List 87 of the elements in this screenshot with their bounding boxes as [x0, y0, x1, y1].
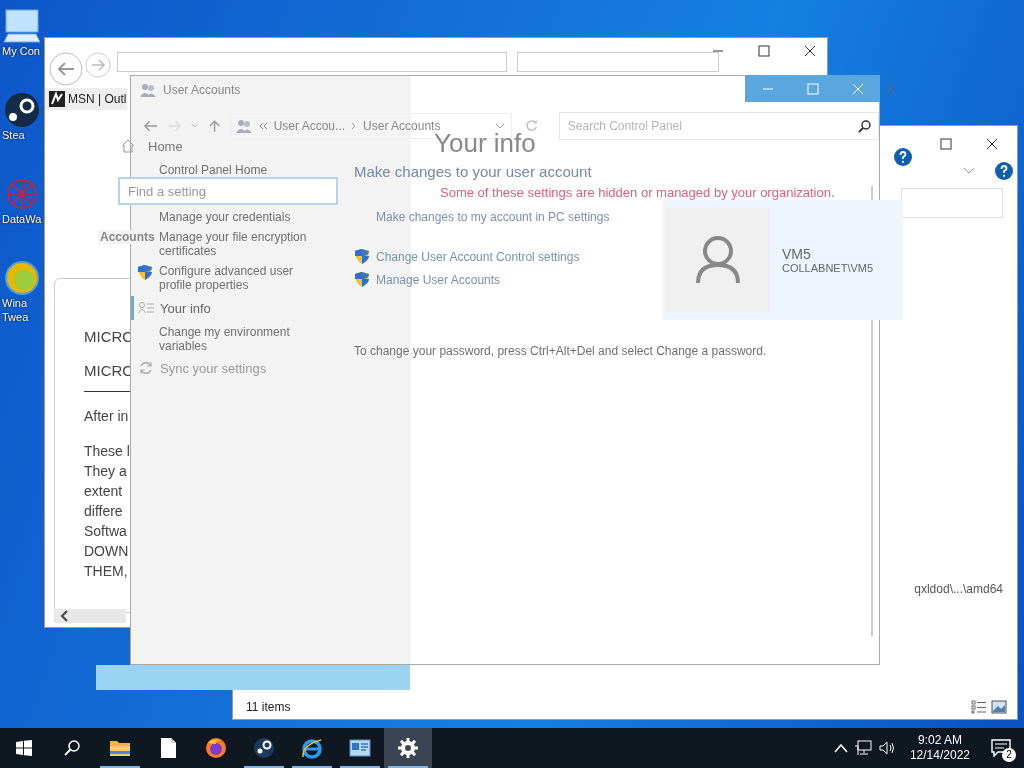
search-placeholder: Search Control Panel [567, 119, 683, 133]
shield-icon [354, 271, 370, 288]
account-name: COLLABNET\VM5 [782, 262, 874, 274]
user-name: VM5 [782, 246, 812, 262]
search-icon[interactable] [858, 119, 872, 133]
internet-explorer-icon [301, 737, 323, 759]
notification-count: 2 [1002, 748, 1016, 762]
maximize-icon[interactable] [757, 44, 771, 58]
browser-tab[interactable]: MSN | Outl [45, 88, 127, 110]
msn-icon [49, 91, 65, 107]
sidebar-link[interactable]: Change my environment variables [159, 325, 329, 353]
article-text: After in [84, 407, 129, 426]
close-icon[interactable] [803, 44, 817, 58]
horizontal-scrollbar[interactable] [54, 609, 126, 623]
chevron-down-icon[interactable] [494, 122, 505, 130]
icon-label: Wina [1, 296, 28, 310]
thumbnail-view-icon[interactable] [991, 700, 1007, 714]
path-text: qxldod\...\amd64 [914, 582, 1003, 596]
sidebar-link[interactable]: Configure advanced user profile properties [159, 264, 329, 292]
tab-title: MSN | Outl [68, 92, 127, 106]
close-icon[interactable] [985, 137, 999, 151]
person-list-icon [138, 301, 154, 315]
scroll-left-icon[interactable] [60, 610, 70, 622]
task-link[interactable]: Manage User Accounts [376, 272, 501, 287]
maximize-icon[interactable] [939, 137, 953, 151]
sidebar-link[interactable]: Manage your credentials [159, 210, 329, 224]
overflow-chevrons-icon[interactable] [258, 122, 268, 130]
article-text: DOWN [84, 542, 129, 561]
article-text: THEM, [84, 562, 128, 581]
password-note: To change your password, press Ctrl+Alt+Del and select Change a password. [354, 344, 768, 358]
search-field[interactable] [901, 188, 1003, 218]
back-icon[interactable] [143, 119, 158, 133]
policy-warning: Some of these settings are hidden or managed by your organization. [440, 185, 835, 200]
search-icon [64, 740, 80, 756]
help-icon[interactable] [995, 162, 1013, 180]
breadcrumb-item[interactable]: User Accou... [273, 119, 346, 133]
taskbar-app[interactable] [384, 728, 432, 768]
icon-label: Twea [1, 310, 29, 324]
nav-item[interactable]: Home [148, 138, 183, 154]
home-icon[interactable] [120, 138, 136, 154]
icon-label: My Con [1, 44, 40, 58]
section-heading: Make changes to your user account [354, 163, 593, 180]
icon-label: DataWa [1, 212, 42, 226]
task-link[interactable]: Make changes to my account in PC settings [376, 210, 610, 224]
icon-label: Stea [1, 128, 25, 142]
section-label: Accounts [98, 230, 157, 244]
details-view-icon[interactable] [971, 700, 987, 714]
article-text: Softwa [84, 522, 127, 541]
item-count: 11 items [246, 700, 291, 714]
refresh-icon[interactable] [524, 119, 538, 133]
person-icon [694, 235, 741, 285]
help-icon[interactable] [894, 148, 912, 166]
chevron-right-icon [351, 122, 358, 130]
article-text: extent [84, 482, 123, 501]
windows-icon [16, 740, 32, 756]
back-icon[interactable] [49, 52, 83, 86]
volume-icon[interactable] [877, 740, 896, 756]
sync-icon [138, 360, 154, 376]
forward-icon[interactable] [85, 52, 111, 78]
article-text: These l [84, 442, 130, 461]
window-title: User Accounts [163, 83, 241, 97]
users-icon [234, 118, 253, 134]
chevron-up-icon[interactable] [833, 743, 848, 753]
shield-icon [354, 248, 370, 265]
search-field[interactable] [517, 52, 719, 72]
search-field[interactable]: Find a setting [118, 177, 338, 205]
computer-icon[interactable] [0, 8, 44, 44]
search-placeholder: Find a setting [128, 183, 207, 199]
control-panel-icon [349, 737, 371, 759]
steam-icon [253, 737, 275, 759]
notification-button[interactable]: 2 [978, 728, 1024, 768]
users-icon [139, 82, 157, 98]
sidebar-link[interactable]: Manage your file encryption certificates [159, 230, 329, 258]
article-text: They a [84, 462, 127, 481]
sidebar-link[interactable]: Control Panel Home [159, 163, 329, 177]
shield-icon [137, 264, 153, 281]
up-icon[interactable] [207, 119, 221, 133]
clock[interactable]: 9:02 AM 12/14/2022 [901, 728, 978, 768]
maximize-icon[interactable] [805, 81, 820, 96]
task-link[interactable]: Change User Account Control settings [376, 249, 580, 264]
network-icon[interactable] [853, 740, 872, 756]
nav-item[interactable]: Your info [131, 296, 211, 320]
breadcrumb-item[interactable]: User Accounts [363, 119, 441, 133]
firefox-icon [205, 737, 227, 759]
message-icon [991, 739, 1011, 757]
article-text: differe [84, 502, 123, 521]
chevron-down-icon[interactable] [963, 167, 975, 175]
